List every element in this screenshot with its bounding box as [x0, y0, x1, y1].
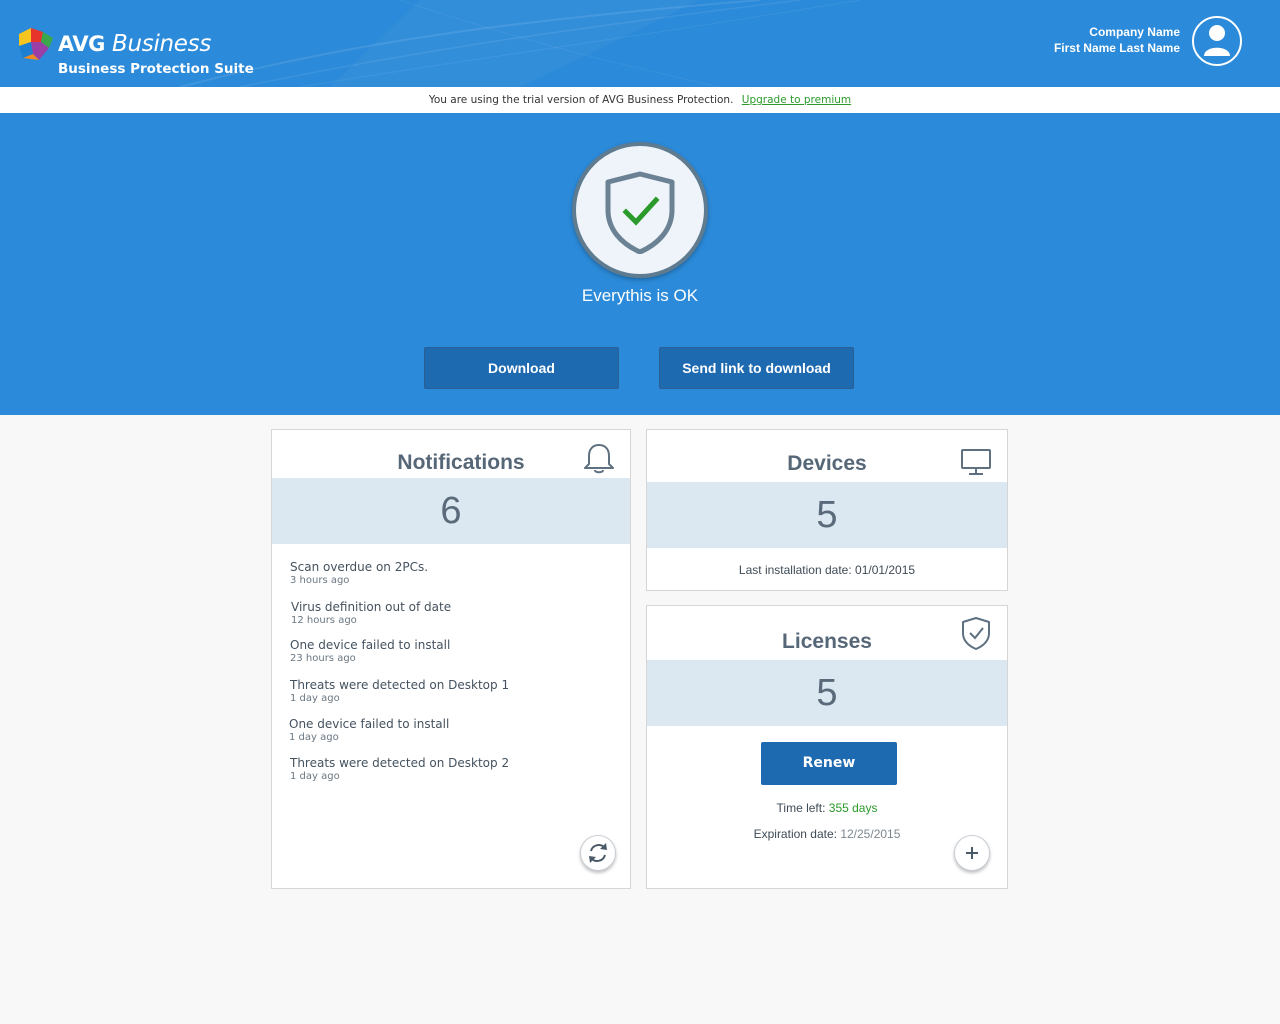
devices-count: 5	[647, 482, 1007, 548]
licenses-count: 5	[647, 660, 1007, 726]
upgrade-link[interactable]: Upgrade to premium	[742, 94, 851, 106]
refresh-icon	[589, 843, 607, 863]
notification-time: 3 hours ago	[290, 575, 350, 586]
notification-title: One device failed to install	[290, 638, 451, 652]
user-name: First Name Last Name	[1053, 41, 1180, 55]
list-item[interactable]: Scan overdue on 2PCs. 3 hours ago	[290, 560, 428, 587]
status-badge	[572, 142, 708, 278]
renew-button[interactable]: Renew	[761, 742, 897, 785]
brand-suite: Business Protection Suite	[58, 61, 254, 77]
time-left-label: Time left:	[776, 801, 826, 815]
refresh-button[interactable]	[580, 835, 616, 871]
user-avatar-icon[interactable]	[1192, 16, 1242, 66]
notifications-count: 6	[272, 478, 630, 544]
list-item[interactable]: Threats were detected on Desktop 2 1 day…	[290, 756, 509, 783]
notification-title: Scan overdue on 2PCs.	[290, 560, 429, 574]
list-item[interactable]: One device failed to install 23 hours ag…	[290, 638, 450, 665]
download-button[interactable]: Download	[424, 347, 619, 389]
list-item[interactable]: One device failed to install 1 day ago	[289, 717, 449, 744]
notification-time: 1 day ago	[290, 693, 340, 704]
time-left-value: 355 days	[828, 801, 878, 815]
licenses-card: Licenses 5 Renew Time left: 355 days Exp…	[646, 605, 1008, 889]
brand-name: AVG	[58, 32, 105, 56]
last-installation-label: Last installation date:	[738, 563, 852, 577]
top-header: AVG Business Business Protection Suite C…	[0, 0, 1280, 87]
expiration-value: 12/25/2015	[840, 827, 901, 841]
shield-check-icon	[605, 171, 675, 254]
status-text: Everythis is OK	[581, 286, 699, 305]
notification-title: Threats were detected on Desktop 1	[290, 678, 510, 692]
expiration-label: Expiration date:	[753, 827, 837, 841]
devices-title: Devices	[787, 452, 867, 475]
company-name: Company Name	[1089, 25, 1180, 39]
notifications-title: Notifications	[397, 451, 525, 474]
trial-notice-bar: You are using the trial version of AVG B…	[0, 87, 1280, 113]
list-item[interactable]: Threats were detected on Desktop 1 1 day…	[290, 678, 509, 705]
add-license-button[interactable]	[954, 835, 990, 871]
devices-card: Devices 5 Last installation date: 01/01/…	[646, 429, 1008, 591]
notification-time: 1 day ago	[290, 771, 340, 782]
notifications-card: Notifications 6 Scan overdue on 2PCs. 3 …	[271, 429, 631, 889]
notification-time: 23 hours ago	[290, 653, 356, 664]
user-silhouette-icon	[1204, 25, 1230, 56]
notification-title: Virus definition out of date	[291, 600, 452, 614]
licenses-title: Licenses	[782, 630, 872, 653]
send-link-button[interactable]: Send link to download	[659, 347, 854, 389]
list-item[interactable]: Virus definition out of date 12 hours ag…	[291, 600, 451, 627]
expiration-line: Expiration date: 12/25/2015	[647, 826, 1007, 842]
trial-message: You are using the trial version of AVG B…	[428, 94, 734, 106]
last-installation-value: 01/01/2015	[855, 563, 916, 577]
account-info[interactable]: Company Name First Name Last Name	[1054, 24, 1180, 56]
notification-time: 12 hours ago	[291, 615, 357, 626]
shield-check-outline-icon[interactable]	[960, 616, 992, 650]
status-hero: Everythis is OK Download Send link to do…	[0, 113, 1280, 415]
brand-product: Business	[112, 31, 212, 57]
monitor-icon[interactable]	[960, 448, 992, 476]
notification-title: One device failed to install	[289, 717, 450, 731]
notification-time: 1 day ago	[289, 732, 339, 743]
plus-icon	[966, 847, 978, 859]
last-installation-line: Last installation date: 01/01/2015	[647, 562, 1007, 578]
bell-icon[interactable]	[582, 441, 616, 475]
notification-title: Threats were detected on Desktop 2	[290, 756, 510, 770]
avg-logo-icon	[19, 28, 53, 60]
time-left-line: Time left: 355 days	[647, 800, 1007, 816]
